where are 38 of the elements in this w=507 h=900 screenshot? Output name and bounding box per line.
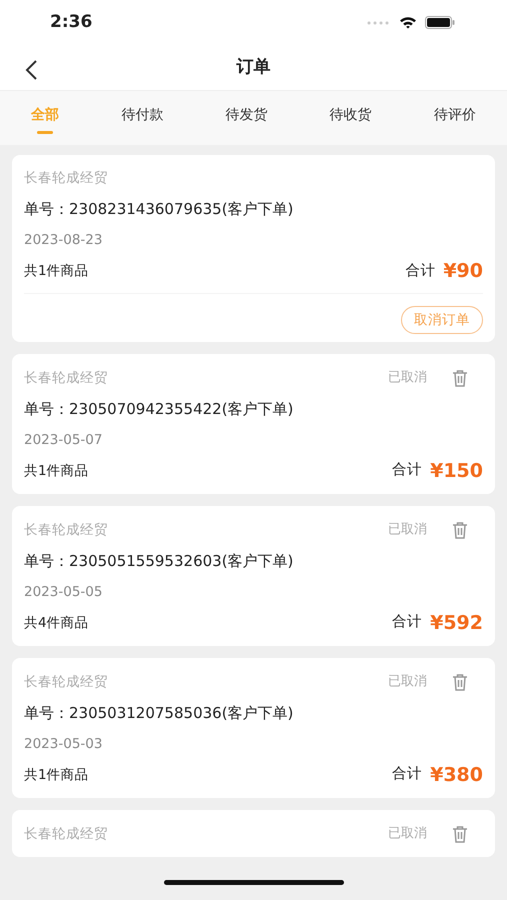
shop-name: 长春轮成经贸	[24, 169, 109, 188]
total-label: 合计	[392, 612, 422, 632]
order-number: 单号：2305070942355422(客户下单)	[24, 398, 294, 420]
order-status: 已取消	[388, 521, 427, 539]
tab[interactable]: 待收货	[330, 99, 372, 137]
total-label: 合计	[392, 764, 422, 784]
page-title: 订单	[236, 56, 270, 79]
order-number: 单号：2308231436079635(客户下单)	[24, 199, 294, 220]
item-count: 共1件商品	[24, 766, 90, 785]
wifi-icon	[399, 16, 417, 29]
status-time: 2:36	[50, 10, 92, 34]
order-status: 已取消	[388, 369, 427, 387]
shop-name: 长春轮成经贸	[24, 824, 109, 844]
item-count: 共1件商品	[24, 262, 90, 282]
order-date: 2023-05-07	[24, 430, 104, 450]
total-amount: ¥592	[430, 610, 483, 636]
order-number: 单号：2305051559532603(客户下单)	[24, 550, 294, 572]
total-amount: ¥150	[430, 458, 483, 484]
signal-icon	[367, 20, 391, 24]
shop-name: 长春轮成经贸	[24, 520, 109, 540]
order-status: 已取消	[388, 825, 427, 843]
shop-name: 长春轮成经贸	[24, 368, 109, 388]
total-amount: ¥380	[430, 762, 483, 788]
total-amount: ¥90	[443, 259, 483, 284]
item-count: 共1件商品	[24, 462, 90, 481]
total-label: 合计	[405, 262, 436, 281]
tab[interactable]: 待付款	[121, 99, 164, 137]
order-status: 已取消	[388, 673, 427, 691]
order-date: 2023-08-23	[24, 231, 104, 250]
order-number: 单号：2305031207585036(客户下单)	[24, 702, 294, 724]
total-label: 合计	[392, 460, 422, 480]
battery-icon	[425, 16, 455, 29]
item-count: 共4件商品	[24, 614, 90, 633]
tab[interactable]: 待发货	[225, 99, 268, 137]
tab[interactable]: 待评价	[434, 99, 476, 137]
order-date: 2023-05-03	[24, 734, 104, 754]
order-date: 2023-05-05	[24, 582, 104, 602]
shop-name: 长春轮成经贸	[24, 672, 109, 692]
